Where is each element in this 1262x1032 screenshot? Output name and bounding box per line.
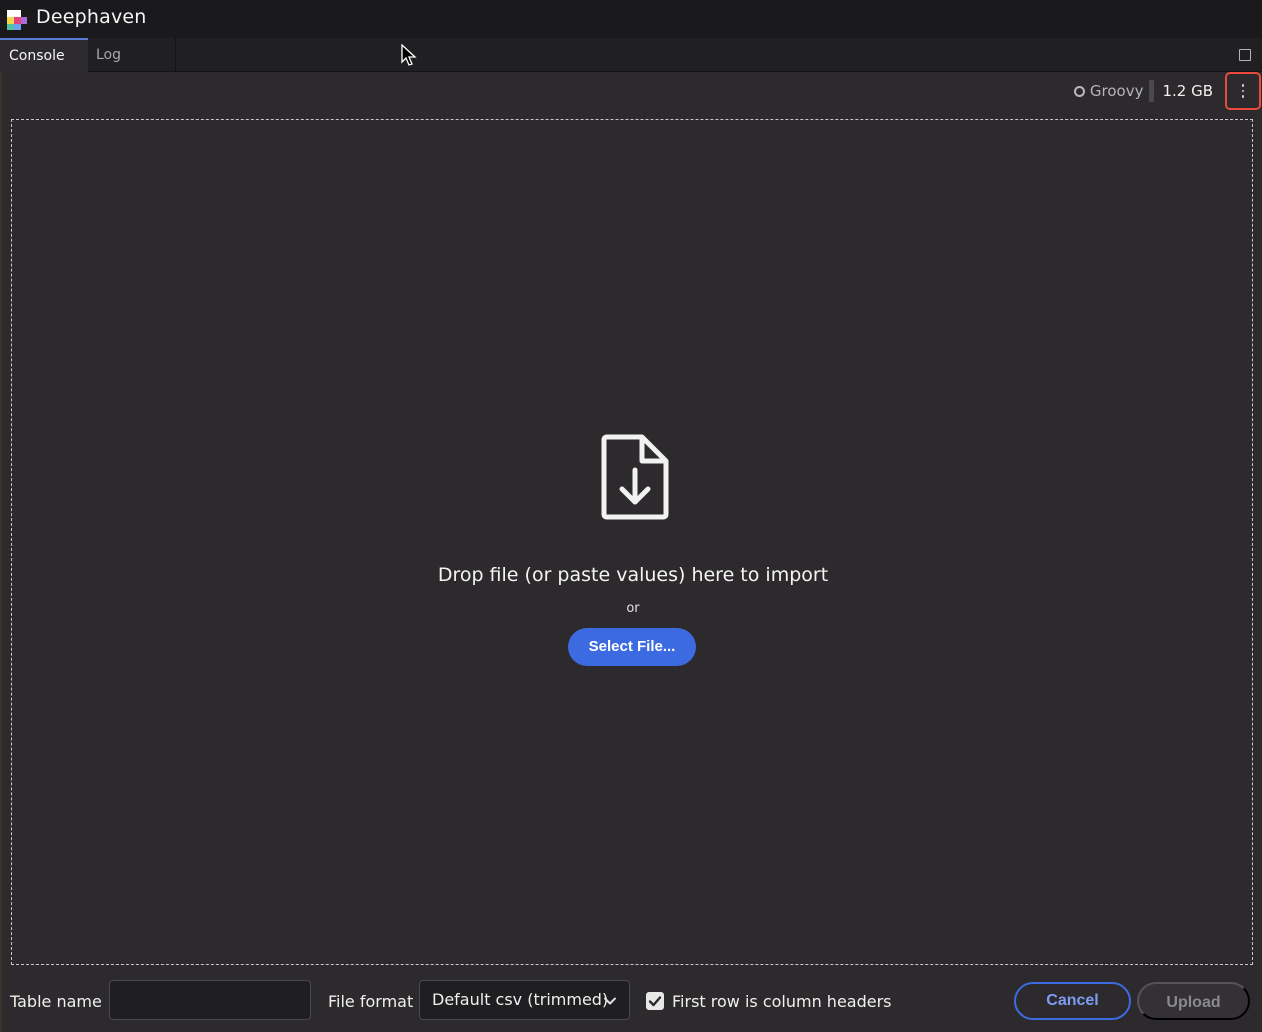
file-download-icon — [601, 434, 669, 520]
first-row-headers-label[interactable]: First row is column headers — [672, 992, 892, 1011]
import-footer: Table name File format Default csv (trim… — [2, 976, 1262, 1032]
maximize-icon[interactable] — [1239, 49, 1251, 61]
file-format-select[interactable]: Default csv (trimmed) — [419, 980, 630, 1020]
table-name-input[interactable] — [109, 980, 311, 1020]
connection-status-icon — [1073, 85, 1085, 97]
file-format-value: Default csv (trimmed) — [432, 990, 609, 1009]
console-status-bar: Groovy 1.2 GB — [1073, 72, 1262, 110]
tab-bar: Console Log — [0, 38, 1262, 72]
app-title: Deephaven — [36, 6, 147, 28]
memory-usage[interactable]: 1.2 GB — [1162, 82, 1213, 100]
more-vertical-icon — [1241, 84, 1245, 87]
table-name-label: Table name — [10, 992, 102, 1011]
memory-bar — [1149, 80, 1155, 102]
first-row-headers-checkbox[interactable] — [646, 992, 664, 1010]
select-file-button[interactable]: Select File... — [568, 628, 696, 666]
app-header: Deephaven — [0, 0, 1262, 38]
file-drop-zone[interactable] — [11, 119, 1253, 965]
more-options-button[interactable] — [1225, 72, 1261, 110]
cancel-button[interactable]: Cancel — [1014, 982, 1131, 1020]
drop-instructions: Drop file (or paste values) here to impo… — [437, 564, 829, 586]
language-label: Groovy — [1089, 82, 1144, 100]
file-format-label: File format — [328, 992, 414, 1011]
console-panel: Groovy 1.2 GB Drop file (or paste values… — [0, 72, 1262, 1032]
chevron-down-icon — [604, 997, 616, 1005]
mouse-cursor-icon — [401, 44, 417, 66]
upload-button[interactable]: Upload — [1137, 982, 1250, 1020]
or-separator: or — [626, 601, 640, 616]
tab-console[interactable]: Console — [0, 38, 88, 72]
checkmark-icon — [648, 996, 662, 1007]
tab-log[interactable]: Log — [88, 38, 176, 72]
deephaven-logo-icon — [7, 10, 27, 30]
